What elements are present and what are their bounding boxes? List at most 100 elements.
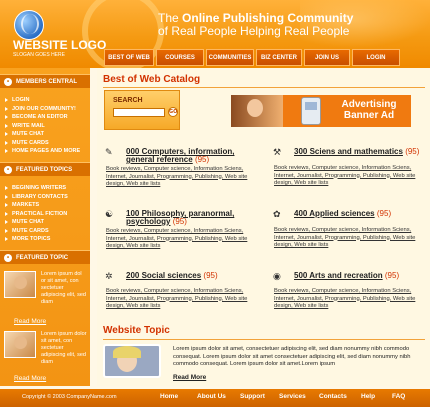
sidebar-item[interactable]: LIBRARY CONTACTS bbox=[5, 193, 89, 202]
section-bullet-icon: • bbox=[4, 165, 12, 174]
read-more-link[interactable]: Read More bbox=[14, 318, 46, 325]
nav-best-of-web[interactable]: BEST OF WEB bbox=[104, 49, 154, 66]
main-content: Best of Web Catalog SEARCH GO Advertisin… bbox=[97, 68, 430, 386]
featured-topic-title: FEATURED TOPIC bbox=[16, 254, 69, 261]
section-bullet-icon: • bbox=[4, 253, 12, 262]
divider bbox=[103, 339, 425, 340]
category-title[interactable]: 000 Computers, information, general refe… bbox=[126, 148, 264, 164]
featured-topics-header: • FEATURED TOPICS bbox=[0, 162, 90, 176]
category-links[interactable]: Book reviews, Computer science, Informat… bbox=[274, 227, 430, 250]
tagline-prefix: The bbox=[158, 11, 179, 25]
search-panel: SEARCH GO bbox=[104, 90, 180, 130]
page: WEBSITE LOGO SLOGAN GOES HERE The Online… bbox=[0, 0, 430, 407]
ad-photo bbox=[231, 95, 283, 127]
topic-text: Lorem ipsum dolor sit amet, consectetuer… bbox=[173, 346, 411, 367]
arrow-icon bbox=[5, 211, 8, 216]
search-input[interactable] bbox=[113, 108, 165, 117]
sidebar-item[interactable]: WRITE MAIL bbox=[5, 122, 89, 131]
sidebar-item[interactable]: MUTE CARDS bbox=[5, 139, 89, 148]
sidebar-item[interactable]: MARKETS bbox=[5, 201, 89, 210]
tagline: The Online Publishing Community bbox=[158, 11, 353, 25]
arrow-icon bbox=[5, 228, 8, 233]
logo-slogan: SLOGAN GOES HERE bbox=[13, 52, 65, 58]
left-sidebar: • MEMBERS CENTRAL LOGIN JOIN OUR COMMUNI… bbox=[0, 68, 90, 386]
search-label: SEARCH bbox=[113, 97, 143, 104]
website-topic-title: Website Topic bbox=[103, 325, 170, 336]
tagline-line2: of Real People Helping Real People bbox=[158, 24, 350, 38]
sidebar-item[interactable]: MUTE CHAT bbox=[5, 130, 89, 139]
footer-link-about-us[interactable]: About Us bbox=[197, 393, 240, 400]
tools-icon: ⚒ bbox=[273, 148, 282, 158]
category-links[interactable]: Book reviews, Computer science, Informat… bbox=[106, 288, 266, 311]
featured-text: Lorem ipsum dol or sit amet, con sectetu… bbox=[41, 271, 86, 305]
arrow-icon bbox=[5, 149, 8, 154]
footer-nav: Home About Us Support Services Contacts … bbox=[160, 393, 412, 400]
footer-link-services[interactable]: Services bbox=[279, 393, 319, 400]
arrow-icon bbox=[5, 237, 8, 242]
topic-photo bbox=[103, 344, 161, 378]
category-links[interactable]: Book reviews, Computer science, Informat… bbox=[106, 228, 266, 251]
featured-topic-header: • FEATURED TOPIC bbox=[0, 250, 90, 264]
yin-yang-icon: ☯ bbox=[105, 210, 114, 220]
arrow-icon bbox=[5, 140, 8, 145]
category-links[interactable]: Book reviews, Computer science, Informat… bbox=[106, 166, 266, 189]
tagline-strong: Online Publishing Community bbox=[182, 11, 354, 25]
advertising-banner[interactable]: Advertising Banner Ad bbox=[231, 95, 411, 127]
sidebar-item[interactable]: MUTE CARDS bbox=[5, 227, 89, 236]
footer-link-faq[interactable]: FAQ bbox=[392, 393, 412, 400]
sidebar-item[interactable]: MUTE CHAT bbox=[5, 218, 89, 227]
eye-icon: ◉ bbox=[273, 272, 281, 282]
featured-photo bbox=[4, 331, 36, 358]
phone-icon bbox=[301, 97, 321, 125]
read-more-link[interactable]: Read More bbox=[14, 375, 46, 382]
category-title[interactable]: 200 Social sciences (95) bbox=[126, 272, 264, 280]
footer-link-home[interactable]: Home bbox=[160, 393, 197, 400]
sidebar-item[interactable]: HOME PAGES AND MORE bbox=[5, 147, 89, 156]
sidebar-item[interactable]: JOIN OUR COMMUNITY! bbox=[5, 105, 89, 114]
catalog-title: Best of Web Catalog bbox=[103, 74, 201, 85]
category-links[interactable]: Book reviews, Computer science, Informat… bbox=[274, 165, 430, 188]
sidebar-item[interactable]: BECOME AN EDITOR bbox=[5, 113, 89, 122]
copyright: Copyright © 2003 CompanyName.com bbox=[22, 394, 117, 400]
category-title[interactable]: 500 Arts and recreation (95) bbox=[294, 272, 430, 280]
arrow-icon bbox=[5, 115, 8, 120]
category-title[interactable]: 100 Philosophy, paranormal, psychology (… bbox=[126, 210, 264, 226]
arrow-icon bbox=[5, 106, 8, 111]
arrow-icon bbox=[5, 186, 8, 191]
ad-text: Advertising Banner Ad bbox=[341, 99, 397, 121]
computer-icon: ✎ bbox=[105, 148, 113, 158]
members-central-title: MEMBERS CENTRAL bbox=[16, 78, 77, 85]
search-go-button[interactable]: GO bbox=[168, 107, 178, 117]
category-title[interactable]: 400 Applied sciences (95) bbox=[294, 210, 430, 218]
nav-communities[interactable]: COMMUNITIES bbox=[206, 49, 254, 66]
featured-text: Lorem ipsum dolor sit amet, con sectetue… bbox=[41, 331, 87, 365]
flower-icon: ✿ bbox=[273, 210, 281, 220]
globe-logo-icon[interactable] bbox=[14, 10, 44, 40]
sidebar-item[interactable]: PRACTICAL FICTION bbox=[5, 210, 89, 219]
main-nav: BEST OF WEB COURSES COMMUNITIES BIZ CENT… bbox=[104, 49, 402, 66]
social-icon: ✲ bbox=[105, 272, 113, 282]
footer: Copyright © 2003 CompanyName.com Home Ab… bbox=[0, 389, 430, 407]
sidebar-item[interactable]: BEGINING WRITERS bbox=[5, 184, 89, 193]
nav-join-us[interactable]: JOIN US bbox=[304, 49, 350, 66]
nav-login[interactable]: LOGIN bbox=[352, 49, 400, 66]
category-links[interactable]: Book reviews, Computer science, Informat… bbox=[274, 288, 430, 311]
read-more-link[interactable]: Read More bbox=[173, 374, 206, 381]
sidebar-item[interactable]: LOGIN bbox=[5, 96, 89, 105]
members-menu: LOGIN JOIN OUR COMMUNITY! BECOME AN EDIT… bbox=[5, 96, 89, 156]
sidebar-item[interactable]: MORE TOPICS bbox=[5, 235, 89, 244]
nav-biz-center[interactable]: BIZ CENTER bbox=[256, 49, 302, 66]
site-logo[interactable]: WEBSITE LOGO bbox=[13, 38, 106, 52]
members-central-header: • MEMBERS CENTRAL bbox=[0, 74, 90, 88]
header: WEBSITE LOGO SLOGAN GOES HERE The Online… bbox=[0, 0, 430, 68]
footer-link-contacts[interactable]: Contacts bbox=[319, 393, 361, 400]
category-title[interactable]: 300 Sciens and mathematics (95) bbox=[294, 148, 430, 156]
arrow-icon bbox=[5, 123, 8, 128]
footer-link-support[interactable]: Support bbox=[240, 393, 279, 400]
arrow-icon bbox=[5, 220, 8, 225]
nav-courses[interactable]: COURSES bbox=[156, 49, 204, 66]
arrow-icon bbox=[5, 98, 8, 103]
featured-photo bbox=[4, 271, 36, 298]
featured-topics-title: FEATURED TOPICS bbox=[16, 166, 73, 173]
footer-link-help[interactable]: Help bbox=[361, 393, 392, 400]
